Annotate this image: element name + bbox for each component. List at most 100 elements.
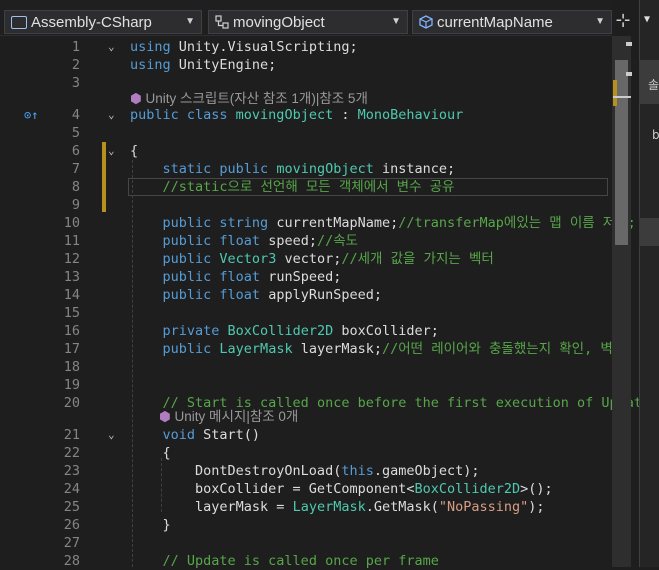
code-line[interactable]: 6 ⌄ { <box>0 142 612 160</box>
code-line[interactable]: 27 <box>0 534 612 552</box>
codelens-hint[interactable]: ⬢ Unity 스크립트(자산 참조 1개)|참조 5개 <box>130 90 368 108</box>
class-tree-icon <box>215 15 229 29</box>
codelens-text: Unity 스크립트(자산 참조 1개)|참조 5개 <box>145 91 368 106</box>
chevron-down-icon: ▼ <box>391 16 401 27</box>
indent-guide <box>161 458 162 512</box>
code-line[interactable]: 12 public Vector3 vector;//세개 값을 가지는 벡터 <box>0 250 612 268</box>
code-token: speed; <box>268 233 317 249</box>
code-line[interactable]: 14 public float applyRunSpeed; <box>0 286 612 304</box>
code-token: //어떤 레이어와 충돌했는지 확인, 벽 <box>381 341 613 357</box>
scrollbar-caret-marker <box>626 42 632 46</box>
line-number: 16 <box>63 323 80 339</box>
line-number: 21 <box>63 427 80 443</box>
code-token: Start() <box>203 427 261 443</box>
code-token: public float <box>162 269 269 285</box>
line-number: 4 <box>71 107 80 123</box>
code-line[interactable]: 10 public string currentMapName;//transf… <box>0 214 636 232</box>
line-number: 19 <box>63 377 80 393</box>
code-line[interactable]: 23 DontDestroyOnLoad(this.gameObject); <box>0 462 612 480</box>
code-text: // Update is called once per frame <box>130 552 439 570</box>
code-line[interactable]: 11 public float speed;//속도 <box>0 232 612 250</box>
line-number: 28 <box>63 553 80 569</box>
code-token: movingObject <box>235 107 334 123</box>
code-token: { <box>130 143 139 159</box>
change-marker <box>102 142 106 212</box>
code-line[interactable]: 9 <box>0 196 612 214</box>
code-line[interactable]: 17 public LayerMask layerMask;//어떤 레이어와 … <box>0 340 613 358</box>
code-line[interactable]: 13 public float runSpeed; <box>0 268 612 286</box>
code-text: private BoxCollider2D boxCollider; <box>130 322 439 340</box>
class-dropdown[interactable]: movingObject ▼ <box>208 10 408 34</box>
code-text: public string currentMapName;//transferM… <box>130 214 636 232</box>
code-token: UnityEngine; <box>178 57 277 73</box>
project-dropdown[interactable]: Assembly-CSharp ▼ <box>4 10 202 34</box>
code-line[interactable]: 2 using UnityEngine; <box>0 56 612 74</box>
code-token: void <box>162 427 204 443</box>
code-line[interactable]: 22 { <box>0 444 612 462</box>
codelens-text: Unity 메시지|참조 0개 <box>174 409 299 424</box>
project-dropdown-label: Assembly-CSharp <box>31 13 152 31</box>
line-number: 1 <box>71 39 80 55</box>
fold-chevron-icon[interactable]: ⌄ <box>108 38 115 56</box>
split-editor-icon[interactable]: ⊹ <box>612 10 634 34</box>
code-text: void Start() <box>130 426 261 444</box>
line-number: 14 <box>63 287 80 303</box>
line-number: 27 <box>63 535 80 551</box>
code-text: static public movingObject instance; <box>130 160 456 178</box>
code-line[interactable]: 15 <box>0 304 612 322</box>
line-number: 22 <box>63 445 80 461</box>
code-token: layerMask; <box>292 341 382 357</box>
code-line[interactable]: 1 ⌄ using Unity.VisualScripting; <box>0 38 612 56</box>
indent-guide <box>132 160 133 567</box>
line-number: 18 <box>63 359 80 375</box>
codelens-hint[interactable]: ⬢ Unity 메시지|참조 0개 <box>159 408 298 426</box>
code-line[interactable]: 16 private BoxCollider2D boxCollider; <box>0 322 612 340</box>
scrollbar-change-marker <box>613 80 617 106</box>
member-dropdown[interactable]: currentMapName ▼ <box>412 10 612 34</box>
navigation-bar: Assembly-CSharp ▼ movingObject ▼ current… <box>0 0 612 36</box>
chevron-down-icon: ▼ <box>185 16 195 27</box>
code-line[interactable]: 19 <box>0 376 612 394</box>
code-line[interactable]: 18 <box>0 358 612 376</box>
side-panel-char: 솔 <box>648 78 659 92</box>
code-token: { <box>130 445 171 461</box>
line-number: 23 <box>63 463 80 479</box>
code-token: vector; <box>276 251 342 267</box>
code-token: currentMapName; <box>276 215 399 231</box>
code-token: Vector3 <box>219 251 277 267</box>
code-text: using Unity.VisualScripting; <box>130 38 358 56</box>
code-line[interactable]: 21 ⌄ void Start() <box>0 426 612 444</box>
chevron-down-icon[interactable]: ▼ <box>644 14 650 25</box>
line-number: 6 <box>71 143 80 159</box>
code-text: boxCollider = GetComponent<BoxCollider2D… <box>130 480 553 498</box>
code-line[interactable]: 24 boxCollider = GetComponent<BoxCollide… <box>0 480 612 498</box>
line-number: 2 <box>71 57 80 73</box>
code-line[interactable]: 4 ⌄ public class movingObject : MonoBehavi… <box>0 106 612 124</box>
code-line[interactable]: 7 static public movingObject instance; <box>0 160 612 178</box>
side-panel-section <box>639 218 659 246</box>
code-token: //transferMap에있는 맵 이름 저장; <box>398 215 636 231</box>
code-token: using <box>130 39 179 55</box>
code-line[interactable]: 20 // Start is called once before the fi… <box>0 394 659 412</box>
line-number: 10 <box>63 215 80 231</box>
code-text: public Vector3 vector;//세개 값을 가지는 벡터 <box>130 250 494 268</box>
code-token: applyRunSpeed; <box>268 287 382 303</box>
code-token: public string <box>162 215 277 231</box>
code-text: public float applyRunSpeed; <box>130 286 382 304</box>
line-number: 17 <box>63 341 80 357</box>
code-line[interactable]: 28 // Update is called once per frame <box>0 552 612 570</box>
code-token: >(); <box>520 481 553 497</box>
code-line[interactable]: 25 layerMask = LayerMask.GetMask("NoPass… <box>0 498 612 516</box>
fold-chevron-icon[interactable]: ⌄ <box>108 106 115 124</box>
code-line[interactable]: 5 <box>0 124 612 142</box>
line-number: 8 <box>71 179 80 195</box>
code-line[interactable]: 26 } <box>0 516 612 534</box>
line-number: 26 <box>63 517 80 533</box>
fold-chevron-icon[interactable]: ⌄ <box>108 142 115 160</box>
fold-chevron-icon[interactable]: ⌄ <box>108 426 115 444</box>
line-number: 24 <box>63 481 80 497</box>
code-token: BoxCollider2D <box>227 323 334 339</box>
